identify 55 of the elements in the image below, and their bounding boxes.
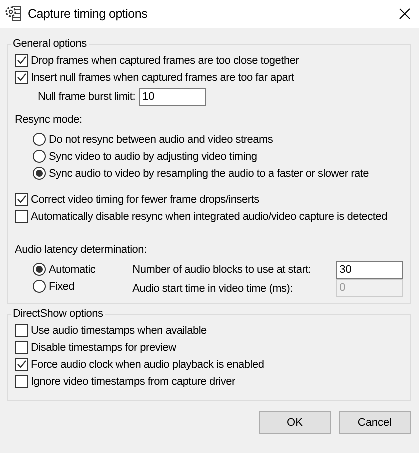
gear-film-icon bbox=[5, 6, 22, 22]
group-title: General options bbox=[12, 38, 88, 50]
checkbox[interactable]: Use audio timestamps when available bbox=[15, 322, 404, 339]
radio-button[interactable] bbox=[33, 150, 46, 163]
input-field[interactable]: 10 bbox=[138, 88, 206, 106]
group-title: DirectShow options bbox=[12, 308, 104, 320]
checkbox-box[interactable] bbox=[15, 358, 28, 371]
checkbox-box[interactable] bbox=[15, 193, 28, 206]
check-icon bbox=[16, 360, 26, 369]
dialog-button[interactable]: OK bbox=[259, 411, 331, 434]
checkbox-label: Disable timestamps for preview bbox=[31, 342, 176, 354]
checkbox-label: Insert null frames when captured frames are too far apart bbox=[31, 72, 294, 84]
checkbox-label: Use audio timestamps when available bbox=[31, 324, 207, 336]
field-label: Null frame burst limit: bbox=[38, 90, 136, 102]
radio-option[interactable]: Sync video to audio by adjusting video timing bbox=[33, 148, 404, 165]
dialog-button[interactable]: Cancel bbox=[339, 411, 411, 434]
radio-label: Sync video to audio by adjusting video timing bbox=[49, 150, 258, 162]
checkbox[interactable]: Automatically disable resync when integrated audio/video capture is detected bbox=[15, 208, 404, 225]
radio-button[interactable] bbox=[33, 133, 46, 146]
checkbox[interactable]: Drop frames when captured frames are too close together bbox=[15, 52, 404, 69]
radio-label: Do not resync between audio and video streams bbox=[49, 134, 274, 146]
radio-label: Fixed bbox=[49, 280, 75, 292]
checkbox[interactable]: Correct video timing for fewer frame drops/inserts bbox=[15, 191, 404, 208]
radio-option[interactable]: Do not resync between audio and video streams bbox=[33, 131, 404, 148]
section-label: Resync mode: bbox=[15, 114, 82, 126]
checkbox-label: Automatically disable resync when integrated audio/video capture is detected bbox=[31, 210, 388, 222]
checkbox-box[interactable] bbox=[15, 375, 28, 388]
checkbox-box[interactable] bbox=[15, 324, 28, 337]
close-icon[interactable] bbox=[399, 8, 411, 20]
checkbox-box[interactable] bbox=[15, 210, 28, 223]
radio-button[interactable] bbox=[33, 263, 46, 276]
checkbox[interactable]: Ignore video timestamps from capture driver bbox=[15, 373, 404, 390]
checkbox[interactable]: Insert null frames when captured frames are too far apart bbox=[15, 69, 404, 86]
checkbox-label: Ignore video timestamps from capture driver bbox=[31, 376, 236, 388]
radio-option[interactable]: Sync audio to video by resampling the audio to a faster or slower rate bbox=[33, 165, 404, 182]
section-label: Audio latency determination: bbox=[15, 244, 147, 256]
field-label: Audio start time in video time (ms): bbox=[132, 283, 294, 295]
check-icon bbox=[16, 195, 26, 204]
checkbox-box[interactable] bbox=[15, 71, 28, 84]
checkbox-label: Drop frames when captured frames are too close together bbox=[31, 54, 300, 66]
window-title: Capture timing options bbox=[28, 7, 149, 21]
checkbox-label: Force audio clock when audio playback is enabled bbox=[31, 358, 264, 370]
input-field[interactable]: 30 bbox=[336, 261, 403, 279]
checkbox-box[interactable] bbox=[15, 54, 28, 67]
radio-button[interactable] bbox=[33, 167, 46, 180]
checkbox[interactable]: Disable timestamps for preview bbox=[15, 339, 404, 356]
radio-option[interactable]: Fixed bbox=[33, 278, 96, 295]
radio-option[interactable]: Automatic bbox=[33, 261, 96, 278]
radio-button[interactable] bbox=[33, 280, 46, 293]
radio-label: Automatic bbox=[49, 264, 96, 276]
checkbox-box[interactable] bbox=[15, 341, 28, 354]
checkbox[interactable]: Force audio clock when audio playback is enabled bbox=[15, 356, 404, 373]
radio-label: Sync audio to video by resampling the audio to a faster or slower rate bbox=[49, 168, 370, 180]
checkbox-label: Correct video timing for fewer frame drops/inserts bbox=[31, 194, 260, 206]
field-label: Number of audio blocks to use at start: bbox=[132, 264, 312, 276]
